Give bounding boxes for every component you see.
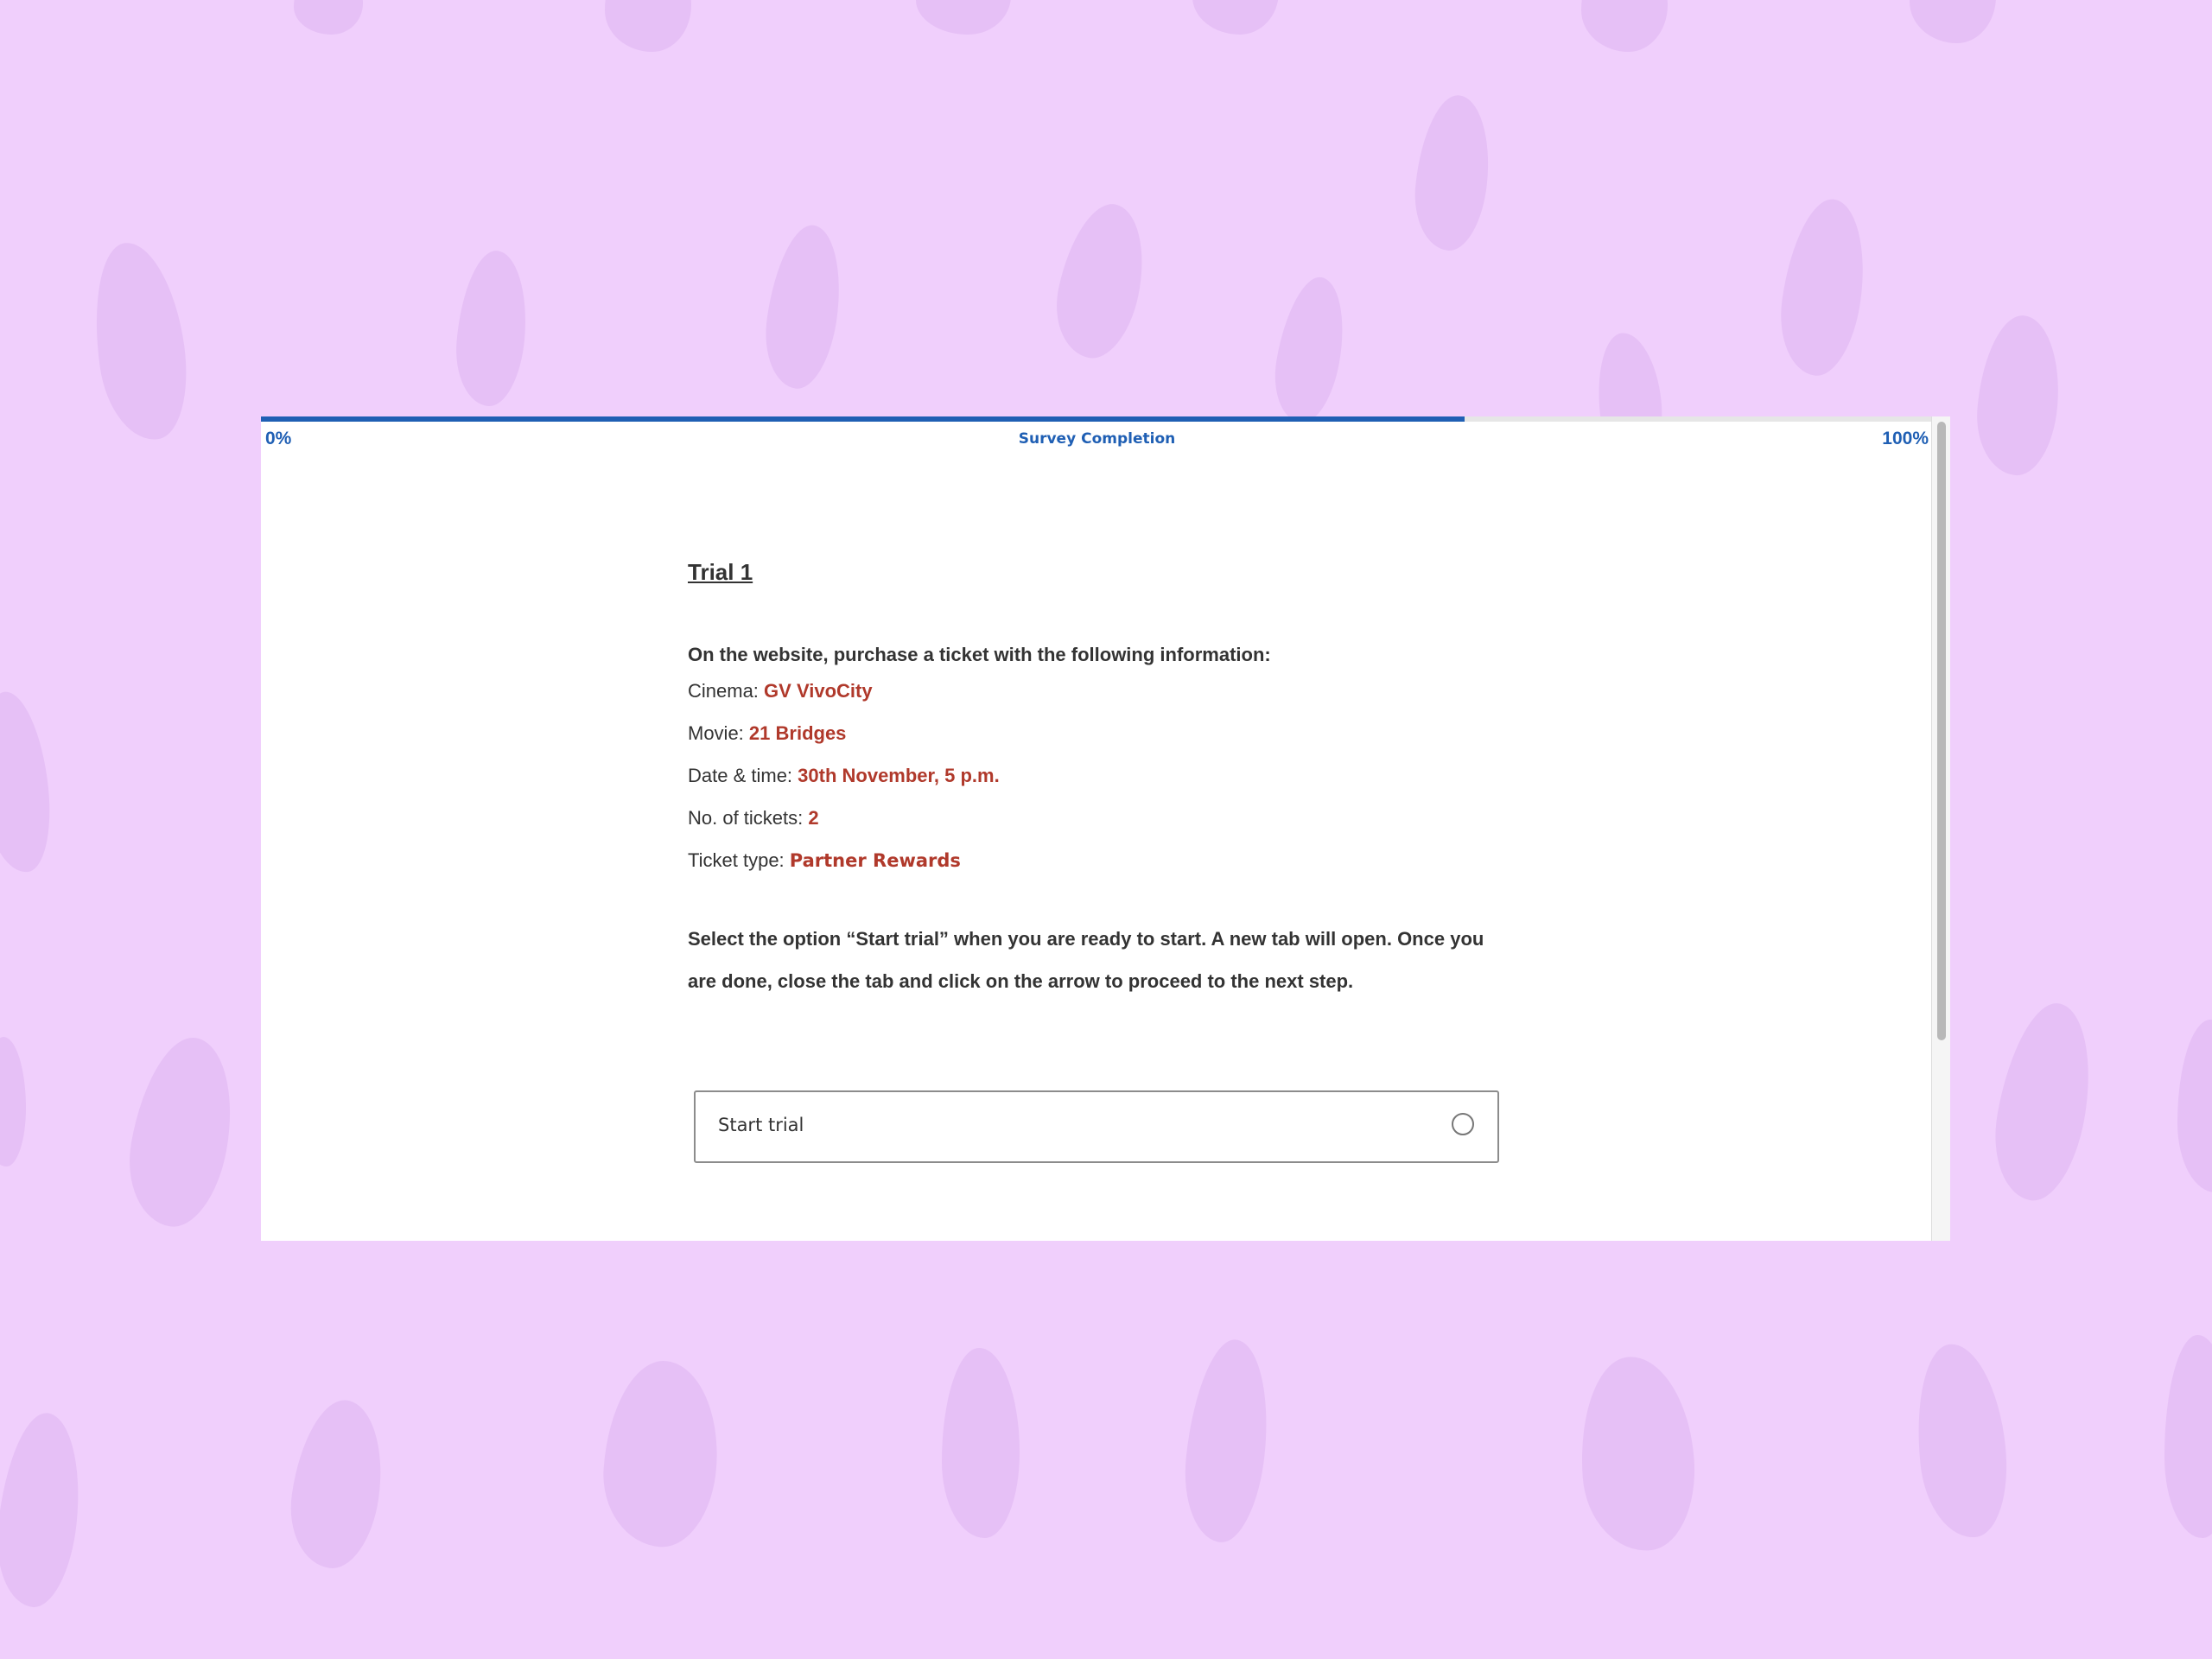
question-content: Trial 1 On the website, purchase a ticke…: [688, 555, 1509, 1002]
field-label: Movie:: [688, 722, 749, 744]
progress-bar-fill: [261, 416, 1465, 422]
progress-end-label: 100%: [1882, 429, 1929, 448]
scrollbar[interactable]: [1931, 416, 1950, 1241]
field-movie: Movie: 21 Bridges: [688, 716, 1509, 751]
trial-title: Trial 1: [688, 559, 753, 585]
field-value: Partner Rewards: [789, 850, 961, 871]
start-trial-label: Start trial: [718, 1115, 804, 1135]
field-label: No. of tickets:: [688, 807, 809, 829]
field-value: 21 Bridges: [748, 722, 847, 744]
radio-button[interactable]: [1452, 1113, 1474, 1135]
progress-bar: [261, 416, 1933, 422]
field-cinema: Cinema: GV VivoCity: [688, 674, 1509, 709]
field-value: 30th November, 5 p.m.: [798, 765, 1000, 786]
start-trial-option[interactable]: Start trial: [694, 1090, 1499, 1163]
scrollbar-thumb[interactable]: [1937, 422, 1946, 1040]
field-date-time: Date & time: 30th November, 5 p.m.: [688, 759, 1509, 793]
instructions-text: Select the option “Start trial” when you…: [688, 928, 1484, 992]
field-label: Cinema:: [688, 680, 765, 702]
field-ticket-type: Ticket type: Partner Rewards: [688, 843, 1509, 878]
field-tickets: No. of tickets: 2: [688, 801, 1509, 836]
field-value: GV VivoCity: [764, 680, 873, 702]
survey-panel: 0% Survey Completion 100% Trial 1 On the…: [261, 416, 1950, 1241]
field-label: Ticket type:: [688, 849, 790, 871]
field-value: 2: [808, 807, 819, 829]
progress-title: Survey Completion: [1018, 430, 1176, 448]
field-label: Date & time:: [688, 765, 798, 786]
intro-text: On the website, purchase a ticket with t…: [688, 644, 1271, 665]
